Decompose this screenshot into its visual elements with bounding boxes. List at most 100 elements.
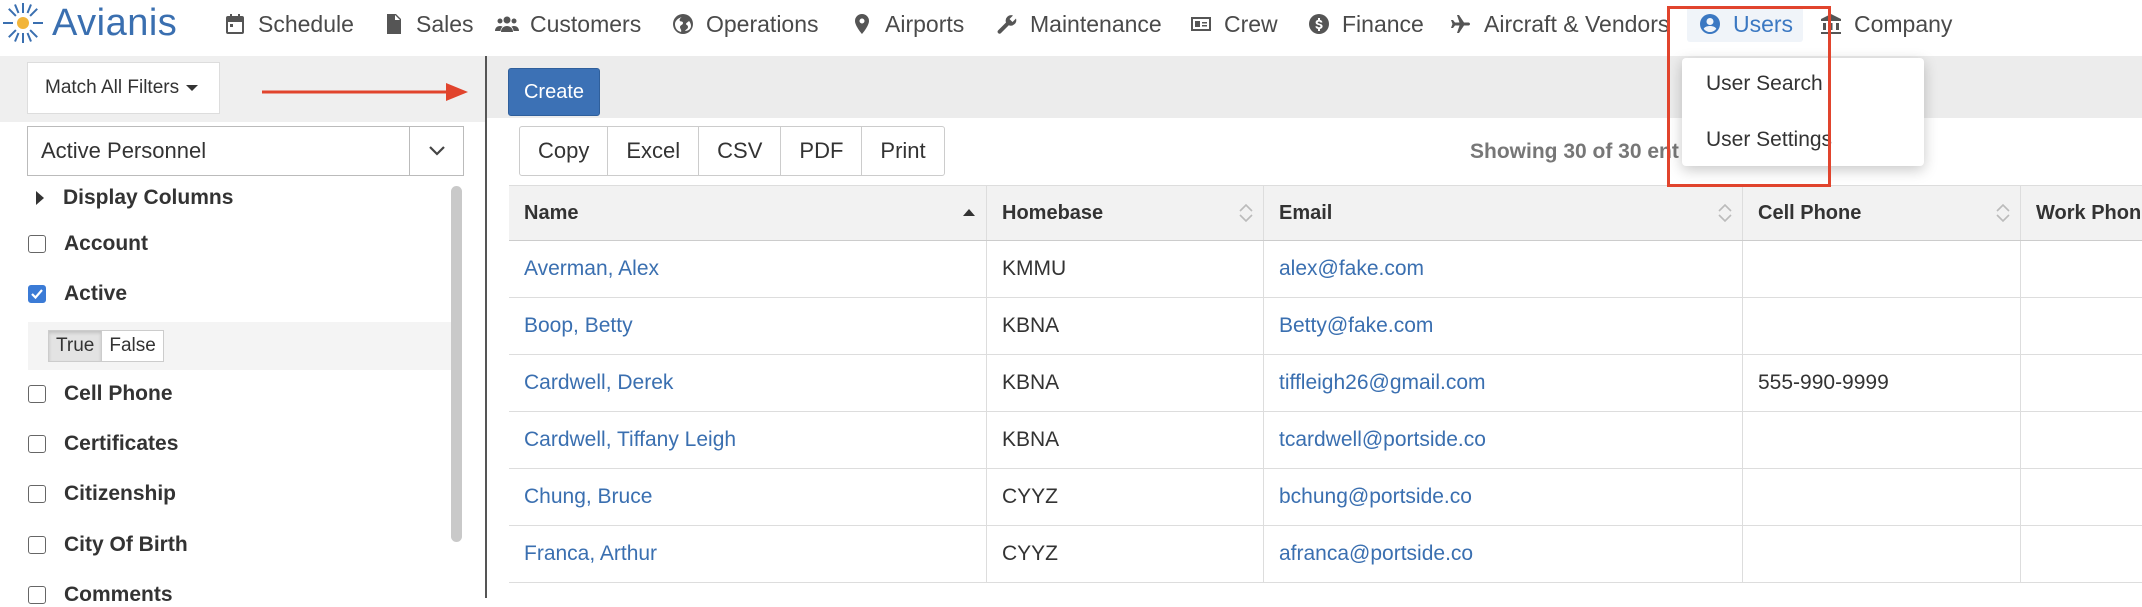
sidebar-divider <box>485 56 487 598</box>
nav-customers-label: Customers <box>530 10 642 37</box>
print-button[interactable]: Print <box>862 127 943 175</box>
filter-field-account[interactable]: Account <box>28 232 148 256</box>
email-link[interactable]: bchung@portside.co <box>1279 485 1472 509</box>
email-link[interactable]: Betty@fake.com <box>1279 314 1433 338</box>
homebase-cell: KBNA <box>1002 428 1060 451</box>
personnel-filter-select[interactable]: Active Personnel <box>27 126 464 176</box>
nav-operations[interactable]: Operations <box>670 6 819 42</box>
filter-field-label: City Of Birth <box>64 533 188 556</box>
filter-field-cell-phone[interactable]: Cell Phone <box>28 382 173 406</box>
user-name-link[interactable]: Cardwell, Derek <box>524 371 673 395</box>
filter-field-comments[interactable]: Comments <box>28 583 173 607</box>
nav-aircraft-vendors-label: Aircraft & Vendors <box>1484 10 1670 37</box>
homebase-cell: KBNA <box>1002 314 1060 337</box>
nav-finance[interactable]: Finance <box>1306 6 1424 42</box>
brand-name: Avianis <box>52 1 178 44</box>
pdf-button[interactable]: PDF <box>781 127 863 175</box>
nav-airports[interactable]: Airports <box>849 6 964 42</box>
display-columns-toggle[interactable]: Display Columns <box>36 186 233 210</box>
nav-sales[interactable]: Sales <box>380 6 474 42</box>
dollar-circle-icon <box>1306 11 1332 37</box>
email-link[interactable]: alex@fake.com <box>1279 257 1424 281</box>
nav-aircraft-vendors[interactable]: Aircraft & Vendors <box>1448 6 1669 42</box>
table-row[interactable]: Boop, Betty KBNA Betty@fake.com <box>509 298 2142 355</box>
map-pin-icon <box>849 11 875 37</box>
nav-maintenance-label: Maintenance <box>1030 10 1162 37</box>
user-name-link[interactable]: Boop, Betty <box>524 314 633 338</box>
filter-field-active[interactable]: Active <box>28 282 127 306</box>
table-row[interactable]: Chung, Bruce CYYZ bchung@portside.co <box>509 469 2142 526</box>
nav-company[interactable]: Company <box>1818 6 1952 42</box>
checkbox[interactable] <box>28 586 46 604</box>
personnel-filter-value: Active Personnel <box>41 138 207 163</box>
triangle-right-icon <box>36 191 44 205</box>
user-name-link[interactable]: Chung, Bruce <box>524 485 652 509</box>
display-columns-label: Display Columns <box>63 186 234 209</box>
homebase-cell: CYYZ <box>1002 485 1059 508</box>
filter-field-label: Comments <box>64 583 173 606</box>
nav-crew[interactable]: Crew <box>1188 6 1278 42</box>
excel-button[interactable]: Excel <box>608 127 700 175</box>
filter-field-label: Citizenship <box>64 482 177 505</box>
nav-company-label: Company <box>1854 10 1953 37</box>
sort-ascending-icon <box>963 209 975 216</box>
checkbox[interactable] <box>28 385 46 403</box>
table-row[interactable]: Cardwell, Derek KBNA tiffleigh26@gmail.c… <box>509 355 2142 412</box>
user-name-link[interactable]: Averman, Alex <box>524 257 659 281</box>
filter-field-label: Account <box>64 232 148 255</box>
sidebar-scrollbar[interactable] <box>451 186 462 542</box>
checkbox[interactable] <box>28 536 46 554</box>
table-row[interactable]: Averman, Alex KMMU alex@fake.com <box>509 241 2142 298</box>
col-header-name[interactable]: Name <box>509 186 987 240</box>
chevron-down-icon[interactable] <box>409 127 463 175</box>
match-filters-label: Match All Filters <box>45 77 180 98</box>
user-name-link[interactable]: Franca, Arthur <box>524 542 657 566</box>
col-header-label: Work Phon <box>2036 201 2142 224</box>
checkbox[interactable] <box>28 435 46 453</box>
table-header-row: Name Homebase Email Cell Phone Work Phon <box>509 185 2142 241</box>
people-group-icon <box>494 11 520 37</box>
table-row[interactable]: Cardwell, Tiffany Leigh KBNA tcardwell@p… <box>509 412 2142 469</box>
col-header-homebase[interactable]: Homebase <box>987 186 1264 240</box>
create-button[interactable]: Create <box>508 68 600 116</box>
filter-field-certificates[interactable]: Certificates <box>28 432 178 456</box>
col-header-cell-phone[interactable]: Cell Phone <box>1743 186 2021 240</box>
export-button-group: Copy Excel CSV PDF Print <box>519 126 945 176</box>
col-header-label: Name <box>524 201 579 224</box>
table-row[interactable]: Franca, Arthur CYYZ afranca@portside.co <box>509 526 2142 583</box>
sort-both-icon <box>1996 203 2010 223</box>
checkbox[interactable] <box>28 235 46 253</box>
filter-field-label: Certificates <box>64 432 179 455</box>
user-name-link[interactable]: Cardwell, Tiffany Leigh <box>524 428 736 452</box>
nav-operations-label: Operations <box>706 10 819 37</box>
nav-schedule[interactable]: Schedule <box>222 6 354 42</box>
annotation-arrow <box>262 83 468 101</box>
wrench-icon <box>994 11 1020 37</box>
homebase-cell: KMMU <box>1002 257 1067 280</box>
checkbox[interactable] <box>28 485 46 503</box>
email-link[interactable]: tiffleigh26@gmail.com <box>1279 371 1486 395</box>
csv-button[interactable]: CSV <box>699 127 782 175</box>
filter-field-citizenship[interactable]: Citizenship <box>28 482 176 506</box>
invoice-icon <box>380 11 406 37</box>
filter-field-label: Cell Phone <box>64 382 173 405</box>
cell-phone-cell: 555-990-9999 <box>1758 371 1889 394</box>
email-link[interactable]: afranca@portside.co <box>1279 542 1473 566</box>
nav-customers[interactable]: Customers <box>494 6 641 42</box>
nav-airports-label: Airports <box>885 10 965 37</box>
filter-field-city-of-birth[interactable]: City Of Birth <box>28 533 188 557</box>
col-header-email[interactable]: Email <box>1264 186 1743 240</box>
nav-maintenance[interactable]: Maintenance <box>994 6 1162 42</box>
sort-both-icon <box>1718 203 1732 223</box>
checkbox-checked[interactable] <box>28 285 46 303</box>
col-header-work-phone[interactable]: Work Phon <box>2021 186 2142 240</box>
toggle-false-button[interactable]: False <box>102 331 163 361</box>
copy-button[interactable]: Copy <box>520 127 609 175</box>
email-link[interactable]: tcardwell@portside.co <box>1279 428 1486 452</box>
nav-schedule-label: Schedule <box>258 10 354 37</box>
nav-crew-label: Crew <box>1224 10 1278 37</box>
sort-both-icon <box>1239 203 1253 223</box>
brand-logo[interactable]: Avianis <box>0 0 177 46</box>
match-filters-dropdown[interactable]: Match All Filters <box>27 62 220 114</box>
toggle-true-button[interactable]: True <box>49 331 103 361</box>
